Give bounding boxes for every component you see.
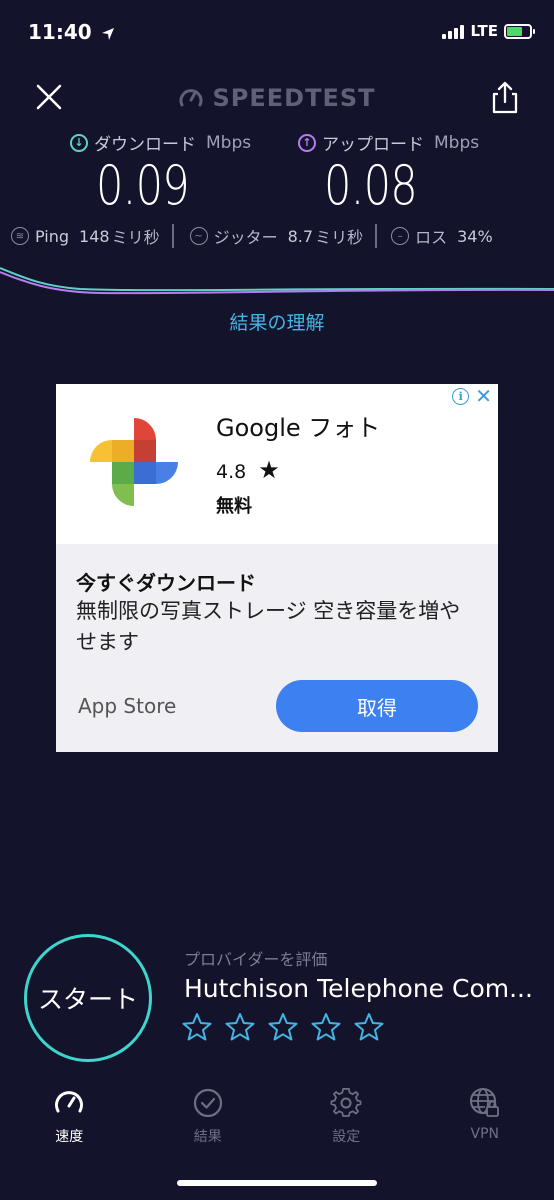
star-filled-icon: ★	[258, 456, 280, 484]
jitter-unit: ミリ秒	[315, 228, 364, 247]
location-arrow-icon	[101, 27, 114, 40]
clock-text: 11:40	[28, 20, 92, 44]
download-unit: Mbps	[206, 132, 252, 153]
jitter-value: 8.7	[287, 226, 314, 246]
tab-settings[interactable]: 設定	[277, 1086, 416, 1146]
speedtest-logo: SPEEDTEST	[0, 84, 554, 112]
speedometer-icon	[55, 1091, 84, 1113]
tab-speed[interactable]: 速度	[0, 1086, 139, 1146]
star-3-icon[interactable]	[268, 1012, 298, 1042]
rating-stars	[182, 1012, 384, 1042]
ad-price: 無料	[216, 496, 252, 517]
ping-icon: ≋	[11, 227, 29, 245]
rate-provider-label: プロバイダーを評価	[184, 950, 328, 969]
tab-results-label: 結果	[193, 1129, 222, 1145]
ad-choices[interactable]: i ✕	[452, 386, 492, 406]
tab-vpn-label: VPN	[470, 1126, 500, 1142]
tab-vpn[interactable]: VPN	[416, 1086, 554, 1146]
status-time: 11:40	[28, 20, 115, 44]
home-indicator[interactable]	[177, 1180, 377, 1186]
gauge-icon	[180, 89, 203, 107]
speed-graph	[0, 267, 554, 295]
tab-bar: 速度 結果 設定 VPN	[0, 1086, 554, 1146]
upload-arrow-icon: ↑	[298, 133, 316, 152]
tab-speed-label: 速度	[55, 1129, 84, 1145]
info-icon[interactable]: i	[452, 388, 470, 405]
tab-settings-label: 設定	[332, 1129, 361, 1145]
ping-unit: ミリ秒	[111, 228, 160, 247]
ad-rating: 4.8 ★	[216, 456, 280, 484]
download-graph-line	[0, 267, 554, 292]
stat-divider	[171, 224, 174, 248]
network-type: LTE	[470, 22, 498, 40]
ping-label: Ping	[35, 226, 70, 246]
loss-icon: –	[391, 227, 410, 245]
download-value: 0.09	[96, 154, 190, 217]
stat-divider	[375, 224, 378, 248]
understand-results-link[interactable]: 結果の理解	[0, 308, 554, 335]
ad-store-name: App Store	[78, 694, 177, 718]
star-2-icon[interactable]	[225, 1012, 255, 1042]
close-ad-icon[interactable]: ✕	[475, 386, 492, 406]
start-button[interactable]: スタート	[24, 934, 152, 1062]
ping-stat: ≋ Ping 148 ミリ秒	[11, 224, 160, 248]
logo-text: SPEEDTEST	[212, 84, 376, 112]
get-button[interactable]: 取得	[276, 680, 478, 732]
provider-name: Hutchison Telephone Com...	[184, 974, 533, 1003]
gear-icon	[330, 1088, 362, 1117]
ad-app-title: Google フォト	[216, 414, 381, 442]
download-label-text: ダウンロード	[94, 135, 196, 155]
upload-label: ↑ アップロード Mbps	[298, 130, 479, 155]
ad-rating-value: 4.8	[216, 461, 247, 483]
share-icon[interactable]	[490, 80, 520, 116]
ad-banner[interactable]: i ✕ Google フォト 4.8 ★ 無料 今すぐダウンロード 無制限の写真…	[56, 384, 498, 752]
star-4-icon[interactable]	[311, 1012, 341, 1042]
jitter-label: ジッター	[213, 228, 278, 247]
loss-stat: – ロス 34%	[391, 224, 493, 248]
star-5-icon[interactable]	[354, 1012, 384, 1042]
upload-unit: Mbps	[434, 132, 480, 153]
stats-row: ≋ Ping 148 ミリ秒 ~ ジッター 8.7 ミリ秒 – ロス 34%	[0, 224, 554, 248]
download-label: ↓ ダウンロード Mbps	[70, 130, 251, 155]
jitter-icon: ~	[189, 227, 208, 245]
download-arrow-icon: ↓	[70, 133, 88, 152]
ad-header: i ✕ Google フォト 4.8 ★ 無料	[56, 384, 498, 544]
globe-lock-icon	[469, 1088, 499, 1117]
signal-icon	[442, 23, 465, 39]
upload-value: 0.08	[324, 154, 418, 217]
tab-results[interactable]: 結果	[139, 1086, 278, 1146]
loss-label: ロス	[415, 228, 448, 247]
check-circle-icon	[193, 1088, 222, 1118]
upload-label-text: アップロード	[322, 135, 424, 155]
star-1-icon[interactable]	[182, 1012, 212, 1042]
battery-icon	[504, 23, 535, 39]
ad-headline: 今すぐダウンロード	[76, 571, 256, 595]
ping-value: 148	[79, 226, 110, 246]
loss-value: 34%	[457, 226, 493, 246]
ad-body: 無制限の写真ストレージ 空き容量を増やせます	[76, 599, 461, 654]
status-indicators: LTE	[442, 22, 535, 40]
google-photos-icon	[90, 418, 178, 506]
jitter-stat: ~ ジッター 8.7 ミリ秒	[189, 224, 364, 248]
